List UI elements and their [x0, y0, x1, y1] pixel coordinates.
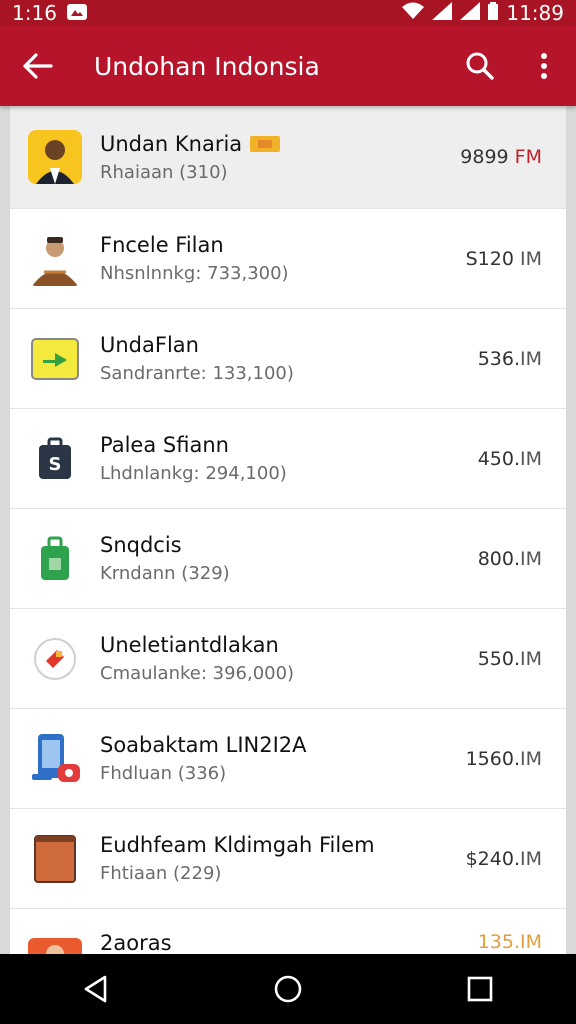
green-bag-icon	[28, 532, 82, 586]
person-portrait-icon	[28, 130, 82, 184]
list-item-title: Snqdcis	[100, 533, 182, 557]
list-item-value: $240.IM	[465, 847, 542, 870]
back-button[interactable]	[0, 26, 76, 106]
signal-icon	[432, 1, 453, 25]
list-item-title: Uneletiantdlakan	[100, 633, 279, 657]
list-item-subtitle: Lhdnlankg: 294,100)	[100, 463, 287, 484]
list-item-title: Palea Sfiann	[100, 433, 229, 457]
list-item[interactable]: S Palea Sfiann Lhdnlankg: 294,100) 450.I…	[10, 409, 566, 509]
page-title: Undohan Indonsia	[94, 51, 320, 81]
phone-app-icon	[28, 732, 82, 786]
list-item[interactable]: Fncele Filan Nhsnlnnkg: 733,300) S120 IM	[10, 209, 566, 309]
list-item-title: Eudhfeam Kldimgah Filem	[100, 833, 375, 857]
signal-icon-2	[460, 1, 481, 25]
circle-home-icon	[274, 975, 302, 1003]
list-item-value: 450.IM	[477, 447, 542, 470]
square-recents-icon	[467, 976, 493, 1002]
shopping-bag-icon: S	[28, 432, 82, 486]
svg-text:S: S	[49, 454, 62, 475]
notification-icon	[66, 1, 87, 25]
status-time-left: 1:16	[12, 1, 57, 25]
item-list: Undan Knaria Rhaiaan (310) 9899 FM Fncel…	[10, 106, 566, 954]
list-item-title: UndaFlan	[100, 333, 199, 357]
battery-icon	[488, 1, 499, 25]
arrow-back-icon	[23, 53, 53, 79]
green-arrow-icon	[28, 332, 82, 386]
search-button[interactable]	[448, 26, 512, 106]
list-item[interactable]: Snqdcis Krndann (329) 800.IM	[10, 509, 566, 609]
list-item[interactable]: Uneletiantdlakan Cmaulanke: 396,000) 550…	[10, 609, 566, 709]
orange-box-icon	[28, 832, 82, 886]
status-time-right: 11:89	[506, 1, 564, 25]
list-item-value: 536.IM	[477, 347, 542, 370]
list-item-value: 800.IM	[477, 547, 542, 570]
list-item-title: 2aoras	[100, 931, 172, 954]
status-bar: 1:16 11:89	[0, 0, 576, 26]
person-orange-icon	[28, 931, 82, 954]
person-batik-icon	[28, 232, 82, 286]
nav-home-button[interactable]	[258, 959, 318, 1019]
list-item-value: 135.IM	[477, 931, 542, 953]
list-item[interactable]: 2aoras 135.IM	[10, 909, 566, 954]
badge-icon	[250, 135, 281, 152]
list-item-title: Soabaktam LIN2I2A	[100, 733, 307, 757]
list-item-subtitle: Cmaulanke: 396,000)	[100, 663, 295, 684]
list-item-title: Undan Knaria	[100, 131, 243, 156]
overflow-menu-button[interactable]	[512, 26, 576, 106]
list-item-value: S120 IM	[465, 247, 542, 270]
tag-circle-icon	[28, 632, 82, 686]
nav-recents-button[interactable]	[450, 959, 510, 1019]
list-item[interactable]: Eudhfeam Kldimgah Filem Fhtiaan (229) $2…	[10, 809, 566, 909]
triangle-back-icon	[84, 975, 107, 1003]
app-bar: Undohan Indonsia	[0, 26, 576, 106]
list-item-subtitle: Nhsnlnnkg: 733,300)	[100, 263, 289, 284]
list-item[interactable]: Undan Knaria Rhaiaan (310) 9899 FM	[10, 106, 566, 209]
list-item-subtitle: Fhtiaan (229)	[100, 863, 222, 884]
list-item[interactable]: Soabaktam LIN2I2A Fhdluan (336) 1560.IM	[10, 709, 566, 809]
more-vert-icon	[541, 53, 547, 79]
list-item-value: 1560.IM	[465, 747, 542, 770]
list-item-value: 550.IM	[477, 647, 542, 670]
system-nav-bar	[0, 954, 576, 1024]
list-item[interactable]: UndaFlan Sandranrte: 133,100) 536.IM	[10, 309, 566, 409]
list-item-subtitle: Sandranrte: 133,100)	[100, 363, 294, 384]
list-item-title: Fncele Filan	[100, 233, 224, 257]
list-item-subtitle: Fhdluan (336)	[100, 763, 227, 784]
list-item-value: 9899 FM	[460, 146, 542, 168]
wifi-icon	[402, 1, 425, 25]
list-item-subtitle: Rhaiaan (310)	[100, 161, 228, 183]
nav-back-button[interactable]	[66, 959, 126, 1019]
search-icon	[466, 52, 494, 80]
list-item-subtitle: Krndann (329)	[100, 563, 230, 584]
